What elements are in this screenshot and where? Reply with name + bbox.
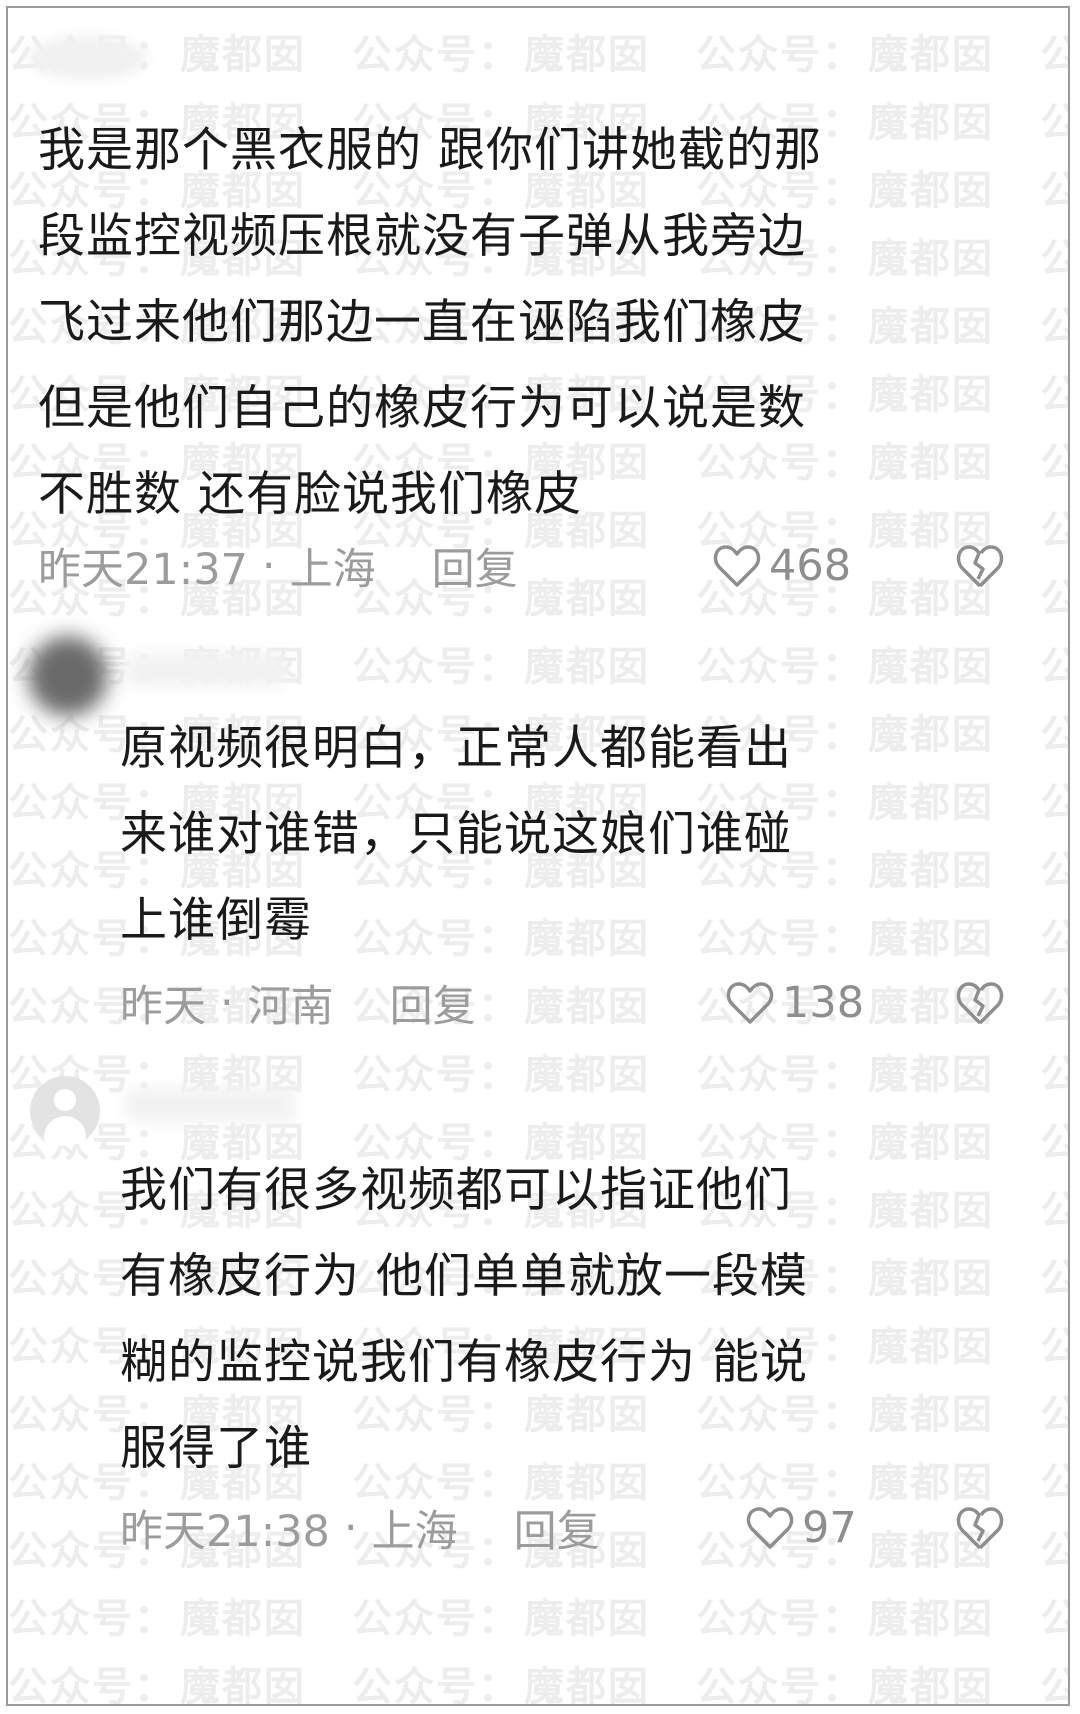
comment-time: 昨天21:37 [38,545,248,595]
like-button[interactable]: 468 [713,536,851,596]
comment-line: 上谁倒霉 [120,893,312,948]
avatar-blurred[interactable] [28,36,148,80]
comment-line: 糊的监控说我们有橡皮行为 能说 [120,1335,808,1390]
comment-text: 我们有很多视频都可以指证他们 有橡皮行为 他们单单就放一段模 糊的监控说我们有橡… [120,1148,808,1492]
comment-line: 来谁对谁错，只能说这娘们谁碰 [120,807,792,862]
username-blurred [126,1088,296,1122]
comment-line: 但是他们自己的橡皮行为可以说是数 [38,381,806,436]
comment-line: 不胜数 还有脸说我们橡皮 [38,467,582,522]
meta-separator: · [220,978,234,1028]
avatar-blurred[interactable] [28,636,108,716]
comment-meta: 昨天21:37 · 上海 回复 [38,536,518,596]
meta-separator: · [343,1503,358,1553]
comment-location: 河南 [247,982,334,1032]
comment-text: 原视频很明白，正常人都能看出 来谁对谁错，只能说这娘们谁碰 上谁倒霉 [120,706,792,964]
comment-time: 昨天 [120,982,206,1032]
reply-button[interactable]: 回复 [514,1497,600,1559]
comment-item: 原视频很明白，正常人都能看出 来谁对谁错，只能说这娘们谁碰 上谁倒霉 昨天 · … [8,618,1068,1058]
broken-heart-icon[interactable] [956,980,1004,1026]
like-button[interactable]: 138 [726,973,864,1033]
comment-line: 有橡皮行为 他们单单就放一段模 [120,1249,808,1304]
like-count: 97 [802,1503,857,1553]
comment-line: 我是那个黑衣服的 跟你们讲她截的那 [38,123,822,178]
comment-text: 我是那个黑衣服的 跟你们讲她截的那 段监控视频压根就没有子弹从我旁边 飞过来他们… [38,108,822,538]
like-count: 468 [769,541,852,591]
comment-line: 段监控视频压根就没有子弹从我旁边 [38,209,806,264]
heart-outline-icon [746,1507,794,1549]
comment-meta: 昨天21:38 · 上海 回复 [120,1498,600,1558]
comment-location: 上海 [371,1507,458,1557]
like-count: 138 [782,978,865,1028]
comment-item: 我们有很多视频都可以指证他们 有橡皮行为 他们单单就放一段模 糊的监控说我们有橡… [8,1058,1068,1704]
broken-heart-icon[interactable] [956,1505,1004,1551]
comment-item: 我是那个黑衣服的 跟你们讲她截的那 段监控视频压根就没有子弹从我旁边 飞过来他们… [8,8,1068,618]
heart-outline-icon [726,982,774,1024]
comment-line: 飞过来他们那边一直在诬陷我们橡皮 [38,295,806,350]
broken-heart-icon[interactable] [956,543,1004,589]
heart-outline-icon [713,545,761,587]
comment-meta: 昨天 · 河南 回复 [120,973,476,1033]
screenshot-frame: 公众号：魔都囡公众号：魔都囡公众号：魔都囡公众号：公众号：魔都囡公众号：魔都囡公… [6,6,1070,1706]
comment-line: 我们有很多视频都可以指证他们 [120,1163,792,1218]
comment-location: 上海 [289,545,376,595]
reply-button[interactable]: 回复 [432,535,518,597]
meta-separator: · [261,541,276,591]
comment-time: 昨天21:38 [120,1507,330,1557]
comment-line: 服得了谁 [120,1421,312,1476]
default-user-avatar-icon[interactable] [30,1076,100,1146]
like-button[interactable]: 97 [746,1498,857,1558]
comment-line: 原视频很明白，正常人都能看出 [120,721,792,776]
reply-button[interactable]: 回复 [390,972,476,1034]
username-blurred [126,653,286,687]
